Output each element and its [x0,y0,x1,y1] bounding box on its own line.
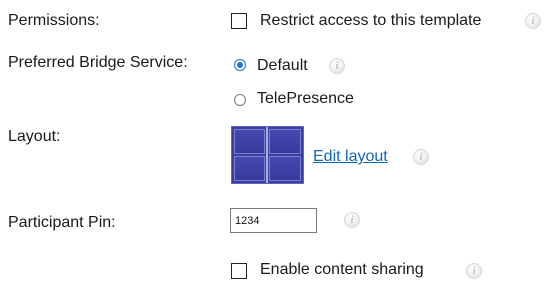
layout-thumbnail[interactable] [231,126,304,184]
bridge-default-label[interactable]: Default [257,56,308,76]
info-icon[interactable]: i [344,212,360,228]
edit-layout-link[interactable]: Edit layout [313,147,388,167]
layout-cell [269,129,301,154]
layout-cell [234,156,265,181]
participant-pin-label: Participant Pin: [8,214,116,231]
layout-label: Layout: [8,128,61,145]
restrict-access-label[interactable]: Restrict access to this template [260,11,481,31]
enable-content-sharing-label[interactable]: Enable content sharing [260,260,424,280]
layout-cell [269,156,301,181]
enable-content-sharing-checkbox[interactable] [231,263,247,279]
info-icon[interactable]: i [525,13,541,29]
permissions-label: Permissions: [8,12,100,29]
participant-pin-input[interactable] [230,208,317,233]
bridge-service-label: Preferred Bridge Service: [8,54,188,71]
info-icon[interactable]: i [329,58,345,74]
bridge-telepresence-radio[interactable] [234,94,246,106]
bridge-telepresence-label[interactable]: TelePresence [257,89,354,109]
info-icon[interactable]: i [466,263,482,279]
layout-cell [234,129,265,154]
restrict-access-checkbox[interactable] [231,13,247,29]
info-icon[interactable]: i [413,149,429,165]
bridge-default-radio[interactable] [234,59,246,71]
